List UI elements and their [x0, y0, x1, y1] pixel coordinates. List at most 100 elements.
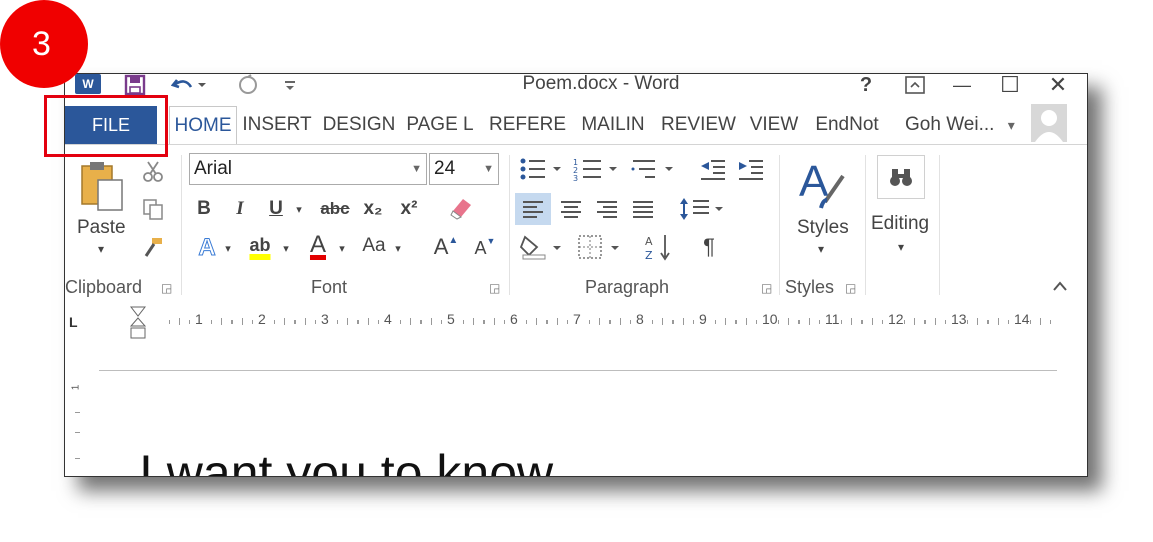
redo-icon[interactable] — [235, 74, 261, 96]
ruler-tick — [882, 320, 884, 324]
bold-button[interactable]: B — [191, 195, 217, 223]
ribbon-tabs: FILE HOME INSERT DESIGN PAGE L REFERE MA… — [65, 104, 1087, 146]
underline-button[interactable]: U — [263, 195, 289, 223]
grow-font-button[interactable]: A ▲ — [431, 231, 461, 263]
tab-page-layout[interactable]: PAGE L — [405, 106, 475, 144]
sort-icon[interactable]: AZ — [641, 231, 675, 263]
ruler-tick — [872, 318, 874, 325]
vertical-scrollbar[interactable] — [1073, 339, 1087, 476]
align-left-button[interactable] — [515, 193, 551, 225]
ruler-tick — [504, 320, 506, 324]
styles-button-label[interactable]: Styles — [797, 217, 849, 239]
font-size-value: 24 — [434, 158, 456, 179]
indent-marker-icon[interactable] — [129, 306, 147, 340]
borders-icon[interactable] — [575, 231, 625, 263]
ruler-tick — [252, 320, 254, 324]
paste-label[interactable]: Paste — [77, 217, 126, 239]
styles-dropdown-icon[interactable]: ▾ — [811, 241, 831, 257]
decrease-indent-icon[interactable] — [697, 153, 729, 185]
ruler-tick — [420, 320, 422, 324]
cut-icon[interactable] — [141, 159, 165, 183]
highlight-button[interactable]: ab — [243, 229, 277, 261]
strikethrough-button[interactable]: abc — [317, 195, 353, 223]
user-dropdown-icon: ▾ — [1007, 117, 1015, 133]
ruler-tick — [966, 320, 968, 324]
tab-design[interactable]: DESIGN — [321, 106, 397, 144]
align-center-button[interactable] — [555, 193, 587, 225]
font-color-button[interactable]: A — [303, 229, 333, 261]
ruler-tick — [620, 318, 622, 325]
styles-launcher-icon[interactable]: ◲ — [845, 281, 856, 295]
format-painter-icon[interactable] — [141, 235, 165, 259]
editing-dropdown-icon[interactable]: ▾ — [891, 239, 911, 255]
shrink-font-button[interactable]: A ▼ — [471, 233, 499, 263]
align-right-button[interactable] — [591, 193, 623, 225]
customize-quick-access-icon[interactable] — [281, 74, 299, 96]
multilevel-list-icon[interactable] — [629, 153, 681, 185]
clipboard-launcher-icon[interactable]: ◲ — [161, 281, 172, 295]
line-spacing-icon[interactable] — [677, 193, 727, 225]
ribbon-display-options-icon[interactable] — [903, 74, 927, 96]
undo-icon[interactable] — [171, 74, 207, 96]
numbering-icon[interactable]: 123 — [571, 153, 623, 185]
clear-formatting-icon[interactable] — [445, 193, 477, 223]
collapse-ribbon-icon[interactable] — [1049, 275, 1071, 297]
tab-review[interactable]: REVIEW — [661, 106, 736, 144]
highlight-dropdown-icon[interactable]: ▾ — [279, 233, 293, 263]
close-button[interactable]: ✕ — [1045, 74, 1071, 97]
text-effects-dropdown-icon[interactable]: ▾ — [221, 233, 235, 263]
ruler-tick — [546, 320, 548, 324]
ruler-tick — [336, 320, 338, 324]
tab-selector[interactable]: L — [69, 314, 85, 330]
text-effects-button[interactable]: A — [193, 233, 221, 263]
bullets-icon[interactable] — [517, 153, 565, 185]
tab-endnote[interactable]: EndNot — [809, 106, 885, 144]
font-color-dropdown-icon[interactable]: ▾ — [335, 233, 349, 263]
tab-references[interactable]: REFERE — [489, 106, 566, 144]
paste-icon[interactable] — [77, 159, 127, 213]
word-app-icon[interactable]: W — [75, 74, 101, 94]
ruler-tick — [735, 320, 737, 324]
save-icon[interactable] — [123, 74, 147, 96]
show-formatting-marks-button[interactable]: ¶ — [695, 231, 723, 263]
ruler-tick — [305, 318, 307, 325]
ruler-number: 6 — [510, 311, 518, 327]
copy-icon[interactable] — [141, 197, 165, 221]
styles-icon[interactable]: A — [793, 155, 849, 211]
ruler-tick — [1039, 318, 1041, 325]
editing-button-label[interactable]: Editing — [871, 213, 929, 235]
increase-indent-icon[interactable] — [735, 153, 767, 185]
justify-button[interactable] — [627, 193, 659, 225]
font-size-combo[interactable]: 24 ▼ — [429, 153, 499, 185]
subscript-button[interactable]: x₂ — [359, 195, 387, 223]
superscript-button[interactable]: x² — [395, 195, 423, 223]
tab-insert[interactable]: INSERT — [241, 106, 313, 144]
avatar[interactable] — [1031, 104, 1067, 142]
minimize-button[interactable]: — — [949, 74, 975, 96]
vertical-ruler-tick — [75, 458, 80, 459]
maximize-button[interactable]: ☐ — [997, 74, 1023, 97]
font-name-dropdown-icon[interactable]: ▼ — [411, 154, 422, 184]
font-launcher-icon[interactable]: ◲ — [489, 281, 500, 295]
change-case-dropdown-icon[interactable]: ▾ — [391, 233, 405, 263]
underline-dropdown-icon[interactable]: ▾ — [291, 195, 307, 223]
font-name-combo[interactable]: Arial ▼ — [189, 153, 427, 185]
change-case-button[interactable]: Aa — [357, 231, 391, 261]
svg-text:Z: Z — [645, 249, 653, 261]
italic-button[interactable]: I — [227, 195, 253, 223]
group-separator — [865, 155, 866, 295]
user-account[interactable]: Goh Wei... ▾ — [905, 106, 1015, 144]
paste-dropdown-icon[interactable]: ▾ — [91, 241, 111, 257]
ruler-tick — [651, 320, 653, 324]
tab-view[interactable]: VIEW — [747, 106, 801, 144]
tab-mailings[interactable]: MAILIN — [573, 106, 653, 144]
ruler-tick — [809, 318, 811, 325]
document-text[interactable]: I want you to know — [139, 444, 553, 476]
help-icon[interactable]: ? — [855, 74, 877, 96]
paragraph-launcher-icon[interactable]: ◲ — [761, 281, 772, 295]
ruler-tick — [231, 320, 233, 324]
font-size-dropdown-icon[interactable]: ▼ — [483, 154, 494, 184]
tab-home[interactable]: HOME — [169, 106, 237, 146]
shading-icon[interactable] — [517, 231, 567, 263]
find-binoculars-icon[interactable] — [877, 155, 925, 199]
